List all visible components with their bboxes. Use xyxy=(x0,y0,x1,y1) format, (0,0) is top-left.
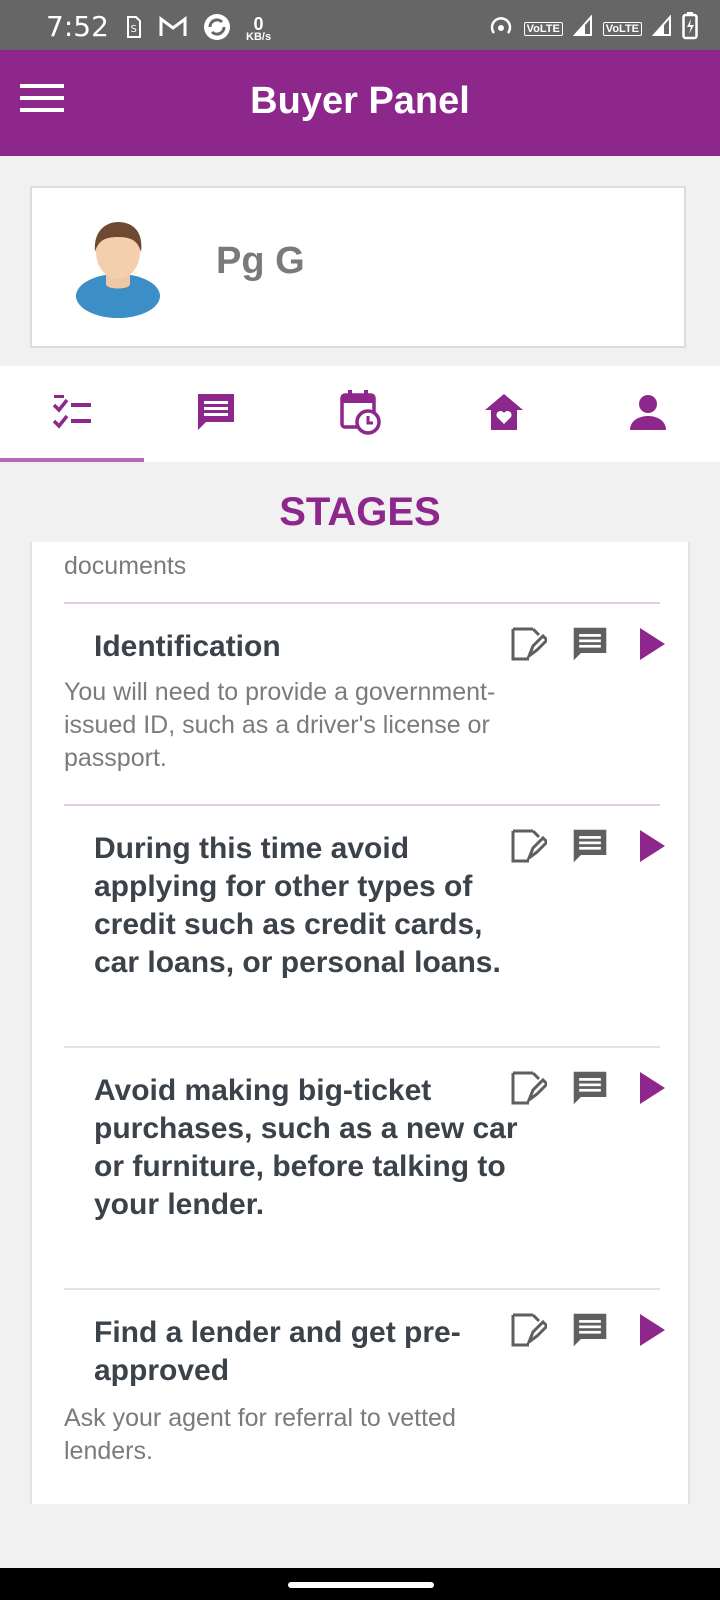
status-system-icons: VoLTE VoLTE xyxy=(488,12,698,45)
volte-badge-1: VoLTE xyxy=(523,21,563,36)
status-notification-icons: S 0 KB/s xyxy=(122,12,271,47)
home-gesture-pill[interactable] xyxy=(288,1582,434,1588)
app-bar: Buyer Panel xyxy=(0,50,720,156)
stage-description: You will need to provide a government-is… xyxy=(64,678,496,772)
tab-stages[interactable] xyxy=(0,366,144,462)
comment-icon[interactable] xyxy=(570,826,610,866)
stage-actions xyxy=(508,1310,672,1350)
stage-title: Identification xyxy=(94,630,281,663)
list-item[interactable]: Avoid making big-ticket purchases, such … xyxy=(32,1048,688,1288)
net-speed: 0 KB/s xyxy=(246,14,272,43)
net-speed-unit: KB/s xyxy=(246,31,272,43)
play-arrow-icon[interactable] xyxy=(632,1310,672,1350)
stage-title: During this time avoid applying for othe… xyxy=(94,832,501,979)
person-icon xyxy=(628,392,668,437)
volte-badge-2: VoLTE xyxy=(602,21,642,36)
stages-list[interactable]: documents Identification You will need t… xyxy=(30,542,690,1504)
checklist-icon xyxy=(51,394,93,434)
list-item[interactable]: Identification You will need to provide … xyxy=(32,604,688,804)
home-heart-icon xyxy=(483,392,525,437)
tab-schedule[interactable] xyxy=(288,366,432,462)
sync-app-icon xyxy=(202,12,232,47)
tab-favorite-homes[interactable] xyxy=(432,366,576,462)
tab-bar xyxy=(0,366,720,462)
page-title: Buyer Panel xyxy=(250,80,470,122)
edit-note-icon[interactable] xyxy=(508,826,548,866)
tab-profile[interactable] xyxy=(576,366,720,462)
status-bar: 7:52 S 0 KB/s VoLTE VoLTE xyxy=(0,0,720,50)
edit-note-icon[interactable] xyxy=(508,1068,548,1108)
hotspot-icon xyxy=(488,13,514,44)
svg-text:S: S xyxy=(131,24,137,35)
stage-actions xyxy=(508,624,672,664)
list-item[interactable]: During this time avoid applying for othe… xyxy=(32,806,688,1046)
avatar xyxy=(68,214,168,318)
stage-actions xyxy=(508,1068,672,1108)
chat-icon xyxy=(195,391,237,438)
play-arrow-icon[interactable] xyxy=(632,624,672,664)
calendar-clock-icon xyxy=(339,389,381,440)
profile-name: Pg G xyxy=(216,240,305,282)
edit-note-icon[interactable] xyxy=(508,624,548,664)
sim-icon: S xyxy=(122,15,144,44)
stage-title: Find a lender and get pre-approved xyxy=(94,1316,461,1387)
play-arrow-icon[interactable] xyxy=(632,1068,672,1108)
net-speed-value: 0 xyxy=(253,14,264,34)
system-nav-bar xyxy=(0,1568,720,1600)
comment-icon[interactable] xyxy=(570,1310,610,1350)
battery-charging-icon xyxy=(682,12,698,45)
comment-icon[interactable] xyxy=(570,624,610,664)
play-arrow-icon[interactable] xyxy=(632,826,672,866)
stage-description-partial: documents xyxy=(64,552,187,580)
stage-title: Avoid making big-ticket purchases, such … xyxy=(94,1074,518,1221)
stage-description: Ask your agent for referral to vetted le… xyxy=(64,1404,456,1465)
list-item[interactable]: Find a lender and get pre-approved Ask y… xyxy=(32,1290,688,1504)
signal-icon-1 xyxy=(572,14,593,42)
edit-note-icon[interactable] xyxy=(508,1310,548,1350)
gmail-icon xyxy=(158,15,188,44)
signal-icon-2 xyxy=(651,14,672,42)
section-title: STAGES xyxy=(279,490,441,534)
comment-icon[interactable] xyxy=(570,1068,610,1108)
tab-messages[interactable] xyxy=(144,366,288,462)
profile-card: Pg G xyxy=(30,186,686,348)
status-time: 7:52 xyxy=(46,10,109,43)
stage-actions xyxy=(508,826,672,866)
